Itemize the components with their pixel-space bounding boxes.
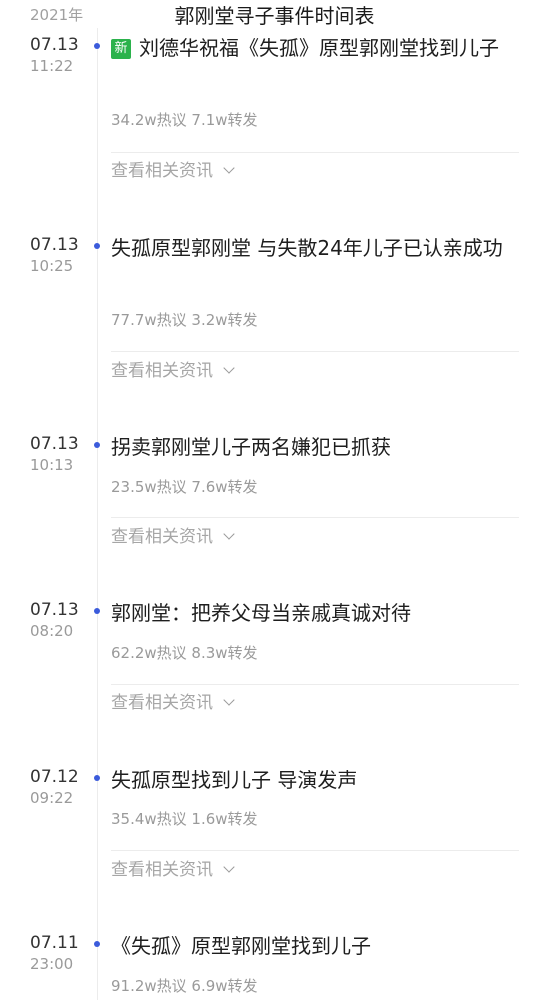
new-badge: 新: [111, 39, 131, 59]
timeline-dot: [94, 608, 100, 614]
timeline-dot: [94, 442, 100, 448]
timeline-dot: [94, 243, 100, 249]
related-news-toggle[interactable]: 查看相关资讯: [111, 160, 235, 182]
divider: [111, 684, 519, 685]
related-news-label: 查看相关资讯: [111, 860, 213, 880]
event-time: 08:20: [30, 622, 74, 640]
event-date: 07.13: [30, 434, 79, 454]
event-headline-link[interactable]: 拐卖郭刚堂儿子两名嫌犯已抓获: [111, 430, 511, 464]
event-headline-link[interactable]: 失孤原型郭刚堂 与失散24年儿子已认亲成功: [111, 231, 511, 265]
event-time: 11:22: [30, 57, 74, 75]
chevron-down-icon: [223, 694, 235, 706]
divider: [111, 850, 519, 851]
event-headline-link[interactable]: 失孤原型找到儿子 导演发声: [111, 763, 511, 797]
event-headline-link[interactable]: 《失孤》原型郭刚堂找到儿子: [111, 929, 511, 963]
event-stats: 35.4w热议 1.6w转发: [111, 810, 258, 828]
event-headline-text: 拐卖郭刚堂儿子两名嫌犯已抓获: [111, 435, 391, 459]
event-headline-text: 《失孤》原型郭刚堂找到儿子: [111, 934, 371, 958]
chevron-down-icon: [223, 861, 235, 873]
event-headline-text: 刘德华祝福《失孤》原型郭刚堂找到儿子: [139, 36, 499, 60]
related-news-toggle[interactable]: 查看相关资讯: [111, 360, 235, 382]
divider: [111, 351, 519, 352]
timeline-dot: [94, 43, 100, 49]
related-news-toggle[interactable]: 查看相关资讯: [111, 692, 235, 714]
event-time: 23:00: [30, 955, 74, 973]
event-time: 09:22: [30, 789, 74, 807]
event-headline-text: 失孤原型找到儿子 导演发声: [111, 768, 358, 792]
event-headline-text: 失孤原型郭刚堂 与失散24年儿子已认亲成功: [111, 236, 503, 260]
event-stats: 77.7w热议 3.2w转发: [111, 311, 258, 329]
event-date: 07.11: [30, 933, 79, 953]
event-stats: 62.2w热议 8.3w转发: [111, 644, 258, 662]
related-news-label: 查看相关资讯: [111, 693, 213, 713]
event-stats: 34.2w热议 7.1w转发: [111, 111, 258, 129]
chevron-down-icon: [223, 162, 235, 174]
related-news-label: 查看相关资讯: [111, 527, 213, 547]
divider: [111, 152, 519, 153]
event-date: 07.12: [30, 767, 79, 787]
related-news-toggle[interactable]: 查看相关资讯: [111, 859, 235, 881]
event-headline-text: 郭刚堂：把养父母当亲戚真诚对待: [111, 601, 411, 625]
divider: [111, 517, 519, 518]
related-news-label: 查看相关资讯: [111, 161, 213, 181]
event-stats: 91.2w热议 6.9w转发: [111, 977, 258, 995]
event-headline-link[interactable]: 新刘德华祝福《失孤》原型郭刚堂找到儿子: [111, 31, 511, 65]
chevron-down-icon: [223, 528, 235, 540]
timeline-dot: [94, 775, 100, 781]
page-title: 郭刚堂寻子事件时间表: [174, 4, 375, 28]
related-news-label: 查看相关资讯: [111, 361, 213, 381]
event-date: 07.13: [30, 35, 79, 55]
timeline-line: [97, 28, 98, 1000]
timeline-dot: [94, 941, 100, 947]
event-date: 07.13: [30, 600, 79, 620]
event-time: 10:13: [30, 456, 74, 474]
event-stats: 23.5w热议 7.6w转发: [111, 478, 258, 496]
related-news-toggle[interactable]: 查看相关资讯: [111, 526, 235, 548]
chevron-down-icon: [223, 362, 235, 374]
event-date: 07.13: [30, 235, 79, 255]
event-time: 10:25: [30, 257, 74, 275]
event-headline-link[interactable]: 郭刚堂：把养父母当亲戚真诚对待: [111, 596, 511, 630]
